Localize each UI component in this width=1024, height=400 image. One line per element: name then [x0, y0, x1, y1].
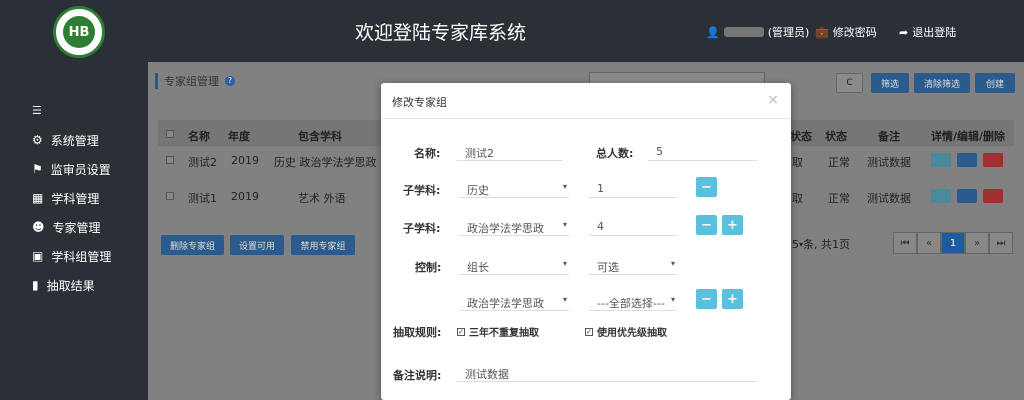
detail-button[interactable]	[931, 153, 951, 167]
panel-title: 专家组管理 ?	[155, 72, 235, 90]
sub2-select[interactable]: 政治学法学思政	[459, 216, 569, 236]
sidebar-item-subject-group[interactable]: ▣ 学科组管理	[32, 247, 111, 265]
sidebar-item-expert[interactable]: ☻ 专家管理	[32, 218, 101, 236]
detail-button[interactable]	[931, 189, 951, 203]
page-size-select[interactable]: 5	[792, 238, 799, 251]
logo: HB	[53, 6, 105, 58]
app-title: 欢迎登陆专家库系统	[355, 22, 527, 44]
sidebar: ☰ ⚙ 系统管理 ⚑ 监审员设置 ▦ 学科管理 ☻ 专家管理 ▣ 学科组管理 ▮ 抽取结果	[0, 62, 148, 400]
sub1-count-field[interactable]: 1	[589, 178, 677, 198]
sub1-select[interactable]: 历史	[459, 178, 569, 198]
rule1-checkbox[interactable]: ✓ 三年不重复抽取	[457, 324, 539, 339]
edit-button[interactable]	[957, 153, 977, 167]
briefcase-icon: 💼	[815, 25, 829, 39]
clear-filter-button[interactable]: 清除筛选	[914, 73, 970, 93]
sub2-remove-button[interactable]: −	[696, 215, 717, 235]
page-1-button[interactable]: 1	[941, 232, 965, 254]
delete-group-button[interactable]: 删除专家组	[161, 235, 224, 255]
rule2-checkbox[interactable]: ✓ 使用优先级抽取	[585, 324, 667, 339]
control2-remove-button[interactable]: −	[696, 289, 717, 309]
tag-icon: ⚑	[32, 162, 43, 176]
sub2-count-field[interactable]: 4	[589, 216, 677, 236]
last-page-button[interactable]: ⏭	[989, 232, 1013, 254]
logout-icon: ➦	[899, 25, 909, 39]
row-checkbox[interactable]	[166, 192, 174, 200]
username-redacted	[723, 27, 764, 37]
select-all-checkbox[interactable]	[166, 130, 174, 138]
row-checkbox[interactable]	[166, 156, 174, 164]
sub1-remove-button[interactable]: −	[696, 177, 717, 197]
refresh-button[interactable]: C	[836, 73, 863, 93]
delete-button[interactable]	[983, 189, 1003, 203]
delete-button[interactable]	[983, 153, 1003, 167]
sub2-add-button[interactable]: +	[722, 215, 743, 235]
sub1-label: 子学科:	[403, 184, 441, 197]
next-page-button[interactable]: »	[965, 232, 989, 254]
edit-button[interactable]	[957, 189, 977, 203]
help-icon[interactable]: ?	[225, 76, 235, 86]
create-button[interactable]: 创建	[975, 73, 1015, 93]
close-icon[interactable]: ×	[767, 92, 779, 108]
title-bar	[155, 73, 158, 89]
filter-button[interactable]: 筛选	[871, 73, 909, 93]
disable-group-button[interactable]: 禁用专家组	[291, 235, 355, 255]
note-field[interactable]: 测试数据	[457, 362, 757, 382]
control-select[interactable]: 组长	[459, 255, 569, 275]
total-label: 总人数:	[596, 147, 634, 160]
pagination: ⏮ « 1 » ⏭	[893, 232, 1013, 254]
sidebar-item-system[interactable]: ⚙ 系统管理	[32, 131, 99, 149]
first-page-button[interactable]: ⏮	[893, 232, 917, 254]
gears-icon: ⚙	[32, 133, 43, 147]
sub2-label: 子学科:	[403, 222, 441, 235]
users-icon: ☻	[32, 220, 45, 234]
name-label: 名称:	[414, 147, 441, 160]
control2-add-button[interactable]: +	[722, 289, 743, 309]
note-label: 备注说明:	[393, 369, 442, 382]
modal-title: 修改专家组	[392, 96, 447, 109]
control2-select[interactable]: 政治学法学思政	[459, 291, 569, 311]
user-icon: 👤	[706, 25, 720, 39]
grid-icon: ▦	[32, 191, 44, 205]
sidebar-item-subject[interactable]: ▦ 学科管理	[32, 189, 99, 207]
modal-header: 修改专家组 ×	[381, 83, 791, 119]
control-label: 控制:	[415, 261, 442, 274]
edit-group-modal: 修改专家组 × 名称: 测试2 总人数: 5 子学科: 历史 1 − 子学科: …	[381, 83, 791, 400]
check-icon: ✓	[585, 327, 593, 336]
sidebar-item-result[interactable]: ▮ 抽取结果	[32, 276, 95, 294]
logo-mark: HB	[63, 16, 95, 48]
logout-link[interactable]: ➦ 退出登陆	[899, 24, 956, 40]
check-icon: ✓	[457, 327, 465, 336]
control2-option-select[interactable]: ---全部选择---	[589, 291, 677, 311]
rule-label: 抽取规则:	[393, 326, 442, 339]
total-field[interactable]: 5	[648, 141, 757, 161]
change-password-link[interactable]: 💼 修改密码	[815, 24, 877, 40]
name-field[interactable]: 测试2	[457, 141, 563, 161]
sidebar-item-auditor[interactable]: ⚑ 监审员设置	[32, 160, 111, 178]
menu-toggle-icon[interactable]: ☰	[32, 104, 42, 117]
user-menu[interactable]: 👤 (管理员)	[706, 24, 809, 40]
bookmark-icon: ▮	[32, 278, 39, 292]
th-icon: ▣	[32, 249, 44, 263]
control-option-select[interactable]: 可选	[589, 255, 677, 275]
user-role: (管理员)	[767, 26, 810, 39]
prev-page-button[interactable]: «	[917, 232, 941, 254]
top-bar: HB 欢迎登陆专家库系统 👤 (管理员) 💼 修改密码 ➦ 退出登陆	[0, 0, 1024, 62]
page-size-summary: 5 ▾ 条, 共1页	[792, 237, 851, 252]
enable-button[interactable]: 设置可用	[230, 235, 284, 255]
